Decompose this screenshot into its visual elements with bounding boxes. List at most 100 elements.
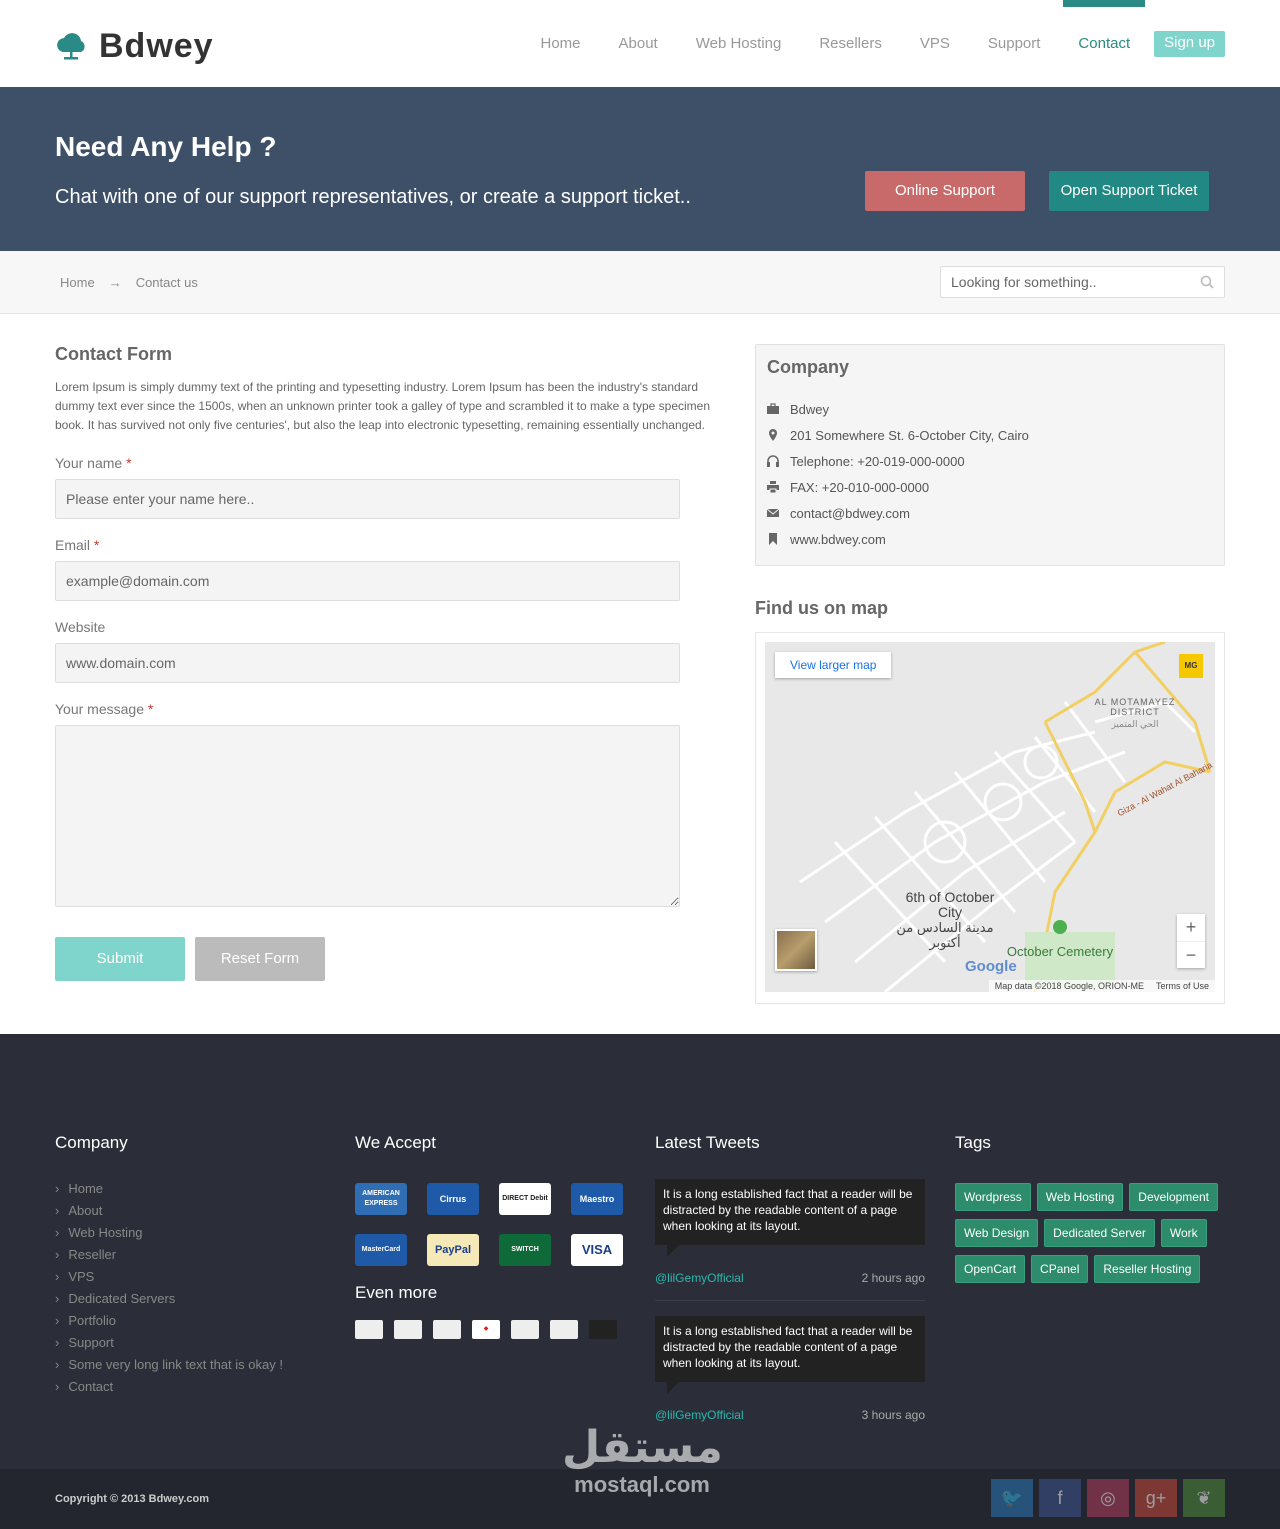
tweet-divider [655,1300,925,1301]
breadcrumb-bar: Home → Contact us [0,251,1280,314]
website-field[interactable] [55,643,680,683]
footer-link[interactable]: Web Hosting [55,1225,283,1247]
twitter-icon[interactable]: 🐦 [991,1479,1033,1517]
email-label: Email * [55,537,715,553]
maestro-card-icon: Maestro [571,1183,623,1215]
footer-link[interactable]: Support [55,1335,283,1357]
nav-support[interactable]: Support [988,0,1041,87]
payment-mini-icon [511,1320,539,1339]
nav-home[interactable]: Home [541,0,581,87]
facebook-icon[interactable]: f [1039,1479,1081,1517]
tag[interactable]: Wordpress [955,1183,1031,1211]
top-header: Bdwey Home About Web Hosting Resellers V… [0,0,1280,87]
tag[interactable]: OpenCart [955,1255,1026,1283]
headphones-icon [767,455,779,467]
breadcrumb-home[interactable]: Home [60,275,95,290]
company-info-box: Company Bdwey 201 Somewhere St. 6-Octobe… [755,344,1225,566]
payment-mini-icon: ◆ [472,1320,500,1339]
tag[interactable]: Reseller Hosting [1094,1255,1201,1283]
footer: Company Home About Web Hosting Reseller … [0,1034,1280,1469]
terms-of-use-link[interactable]: Terms of Use [1156,981,1209,991]
latest-tweets-title: Latest Tweets [655,1133,760,1152]
submit-button[interactable]: Submit [55,937,185,981]
zoom-in-button[interactable]: + [1177,914,1205,941]
message-field[interactable] [55,725,680,907]
tag[interactable]: CPanel [1031,1255,1089,1283]
district-label-en: AL MOTAMAYEZ DISTRICT [1094,697,1176,717]
watermark-latin: mostaql.com [574,1472,710,1497]
hero-title: Need Any Help ? [55,131,277,162]
search-input[interactable] [941,267,1181,297]
leaf-icon[interactable]: ❦ [1183,1479,1225,1517]
tag[interactable]: Development [1129,1183,1218,1211]
search-icon[interactable] [1200,275,1214,289]
footer-link[interactable]: Reseller [55,1247,283,1269]
city-label-ar: مدينة السادس من أكتوبر [896,920,994,950]
nav-web-hosting[interactable]: Web Hosting [696,0,782,87]
dribbble-icon[interactable]: ◎ [1087,1479,1129,1517]
online-support-button[interactable]: Online Support [865,171,1025,211]
payment-mini-icon [589,1320,617,1339]
email-field[interactable] [55,561,680,601]
tag-cloud: Wordpress Web Hosting Development Web De… [955,1183,1225,1283]
footer-link[interactable]: Dedicated Servers [55,1291,283,1313]
footer-link[interactable]: Portfolio [55,1313,283,1335]
name-label: Your name * [55,455,715,471]
company-detail-item: 201 Somewhere St. 6-October City, Cairo [767,422,1213,448]
tweet: It is a long established fact that a rea… [655,1179,925,1285]
reset-form-button[interactable]: Reset Form [195,937,325,981]
company-title: Company [767,357,850,377]
tweet-text: It is a long established fact that a rea… [655,1316,925,1394]
view-larger-map-link[interactable]: View larger map [775,652,892,678]
brand-name: Bdwey [99,27,214,65]
footer-link[interactable]: Contact [55,1379,283,1401]
more-payment-icons: ◆ [355,1320,623,1339]
website-label: Website [55,619,106,635]
tweet-meta: @lilGemyOfficial 3 hours ago [655,1408,925,1422]
signup-button[interactable]: Sign up [1154,30,1225,57]
map-attribution: Map data ©2018 Google, ORION-ME Terms of… [988,980,1215,992]
footer-company-title: Company [55,1133,128,1152]
tags-title: Tags [955,1133,991,1152]
form-buttons: Submit Reset Form [55,937,715,981]
cirrus-card-icon: Cirrus [427,1183,479,1215]
tag[interactable]: Dedicated Server [1044,1219,1155,1247]
site-logo[interactable]: Bdwey [55,27,214,66]
map-title: Find us on map [755,598,888,618]
tweet-handle[interactable]: @lilGemyOfficial [655,1408,744,1422]
hero-subtitle: Chat with one of our support representat… [55,186,691,208]
satellite-toggle[interactable] [775,929,817,971]
nav-vps[interactable]: VPS [920,0,950,87]
message-label: Your message * [55,701,715,717]
google-plus-icon[interactable]: g+ [1135,1479,1177,1517]
tweet-time: 2 hours ago [861,1271,925,1285]
company-detail-item: Telephone: +20-019-000-0000 [767,448,1213,474]
map-frame: View larger map MG AL MOTAMAYEZ DISTRICT… [755,632,1225,1004]
footer-link[interactable]: Home [55,1181,283,1203]
embedded-map[interactable]: View larger map MG AL MOTAMAYEZ DISTRICT… [765,642,1215,992]
nav-about[interactable]: About [619,0,658,87]
footer-link[interactable]: Some very long link text that is okay ! [55,1357,283,1379]
zoom-controls: + − [1177,914,1205,968]
footer-link[interactable]: About [55,1203,283,1225]
city-label-en: 6th of October City [905,889,995,920]
company-detail-item: www.bdwey.com [767,526,1213,552]
contact-form: Contact Form Lorem Ipsum is simply dummy… [55,344,715,981]
tag[interactable]: Work [1160,1219,1207,1247]
payment-mini-icon [394,1320,422,1339]
help-banner: Need Any Help ? Chat with one of our sup… [0,87,1280,251]
tag[interactable]: Web Hosting [1036,1183,1124,1211]
map-badge[interactable]: MG [1179,654,1203,678]
open-ticket-button[interactable]: Open Support Ticket [1049,171,1209,211]
footer-link[interactable]: VPS [55,1269,283,1291]
nav-resellers[interactable]: Resellers [819,0,882,87]
zoom-out-button[interactable]: − [1177,941,1205,968]
name-field[interactable] [55,479,680,519]
company-website: www.bdwey.com [790,531,886,547]
tweet-meta: @lilGemyOfficial 2 hours ago [655,1271,925,1285]
tweet-handle[interactable]: @lilGemyOfficial [655,1271,744,1285]
tag[interactable]: Web Design [955,1219,1039,1247]
required-mark: * [126,455,132,471]
nav-contact[interactable]: Contact [1063,0,1145,87]
briefcase-icon [767,403,779,414]
